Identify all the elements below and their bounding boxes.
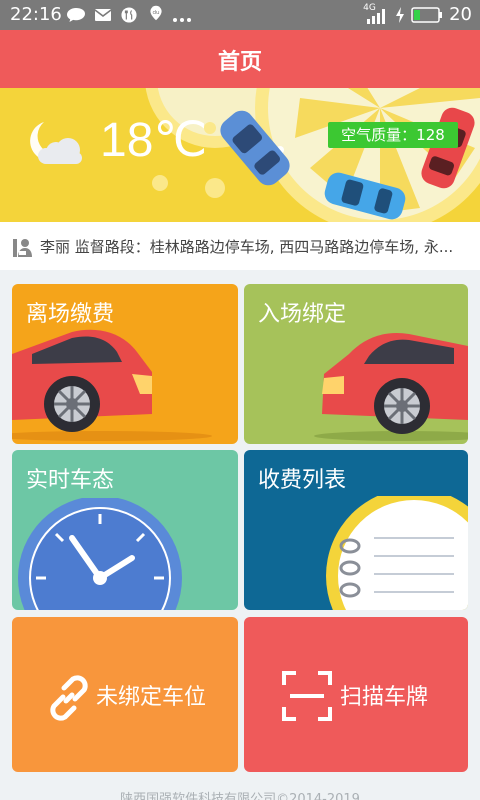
tile-exit-payment[interactable]: 离场缴费 [12, 284, 238, 444]
tile-unbound-spaces[interactable]: 未绑定车位 [12, 617, 238, 772]
tile-label: 扫描车牌 [340, 685, 429, 710]
weather-banner: 18℃ 空气质量：128 [0, 88, 480, 222]
temperature: 18℃ [100, 114, 208, 167]
svg-text:du: du [152, 10, 160, 16]
car-icon [314, 332, 468, 441]
car-icon [12, 329, 212, 441]
food-icon [121, 7, 137, 23]
tile-label: 实时车态 [26, 468, 115, 493]
battery-icon [411, 6, 443, 23]
clock-icon [18, 498, 182, 610]
inspector-icon [13, 239, 32, 257]
scan-icon [282, 671, 332, 721]
tile-label: 未绑定车位 [96, 685, 207, 710]
chat-icon [67, 8, 85, 22]
status-time: 22:16 [10, 4, 62, 25]
tile-fee-list[interactable]: 收费列表 [244, 450, 468, 610]
charging-icon [396, 6, 405, 23]
notice-text: 李丽 监督路段：桂林路路边停车场, 西四马路路边停车场, 永... [40, 238, 454, 256]
mail-icon [94, 9, 112, 21]
tile-label: 收费列表 [258, 468, 347, 493]
moon-cloud-icon [30, 122, 82, 164]
tile-realtime-status[interactable]: 实时车态 [12, 450, 238, 610]
air-quality-badge: 空气质量：128 [328, 122, 458, 148]
more-icon [173, 18, 191, 22]
footer-copyright: 陕西国强软件科技有限公司©2014-2019 [120, 792, 360, 800]
du-icon: du [150, 5, 162, 21]
tile-scan-plate[interactable]: 扫描车牌 [244, 617, 468, 772]
supervision-notice: 李丽 监督路段：桂林路路边停车场, 西四马路路边停车场, 永... [0, 222, 480, 270]
tile-entry-binding[interactable]: 入场绑定 [244, 284, 468, 444]
battery-level: 20 [449, 4, 472, 25]
status-bar: 22:16 du 4G 20 [0, 0, 480, 30]
signal-icon [367, 8, 386, 24]
page-title: 首页 [217, 50, 262, 75]
link-icon [50, 675, 88, 721]
notebook-icon [326, 496, 468, 610]
status-right: 4G 20 [361, 3, 472, 26]
app-header: 首页 [0, 30, 480, 88]
